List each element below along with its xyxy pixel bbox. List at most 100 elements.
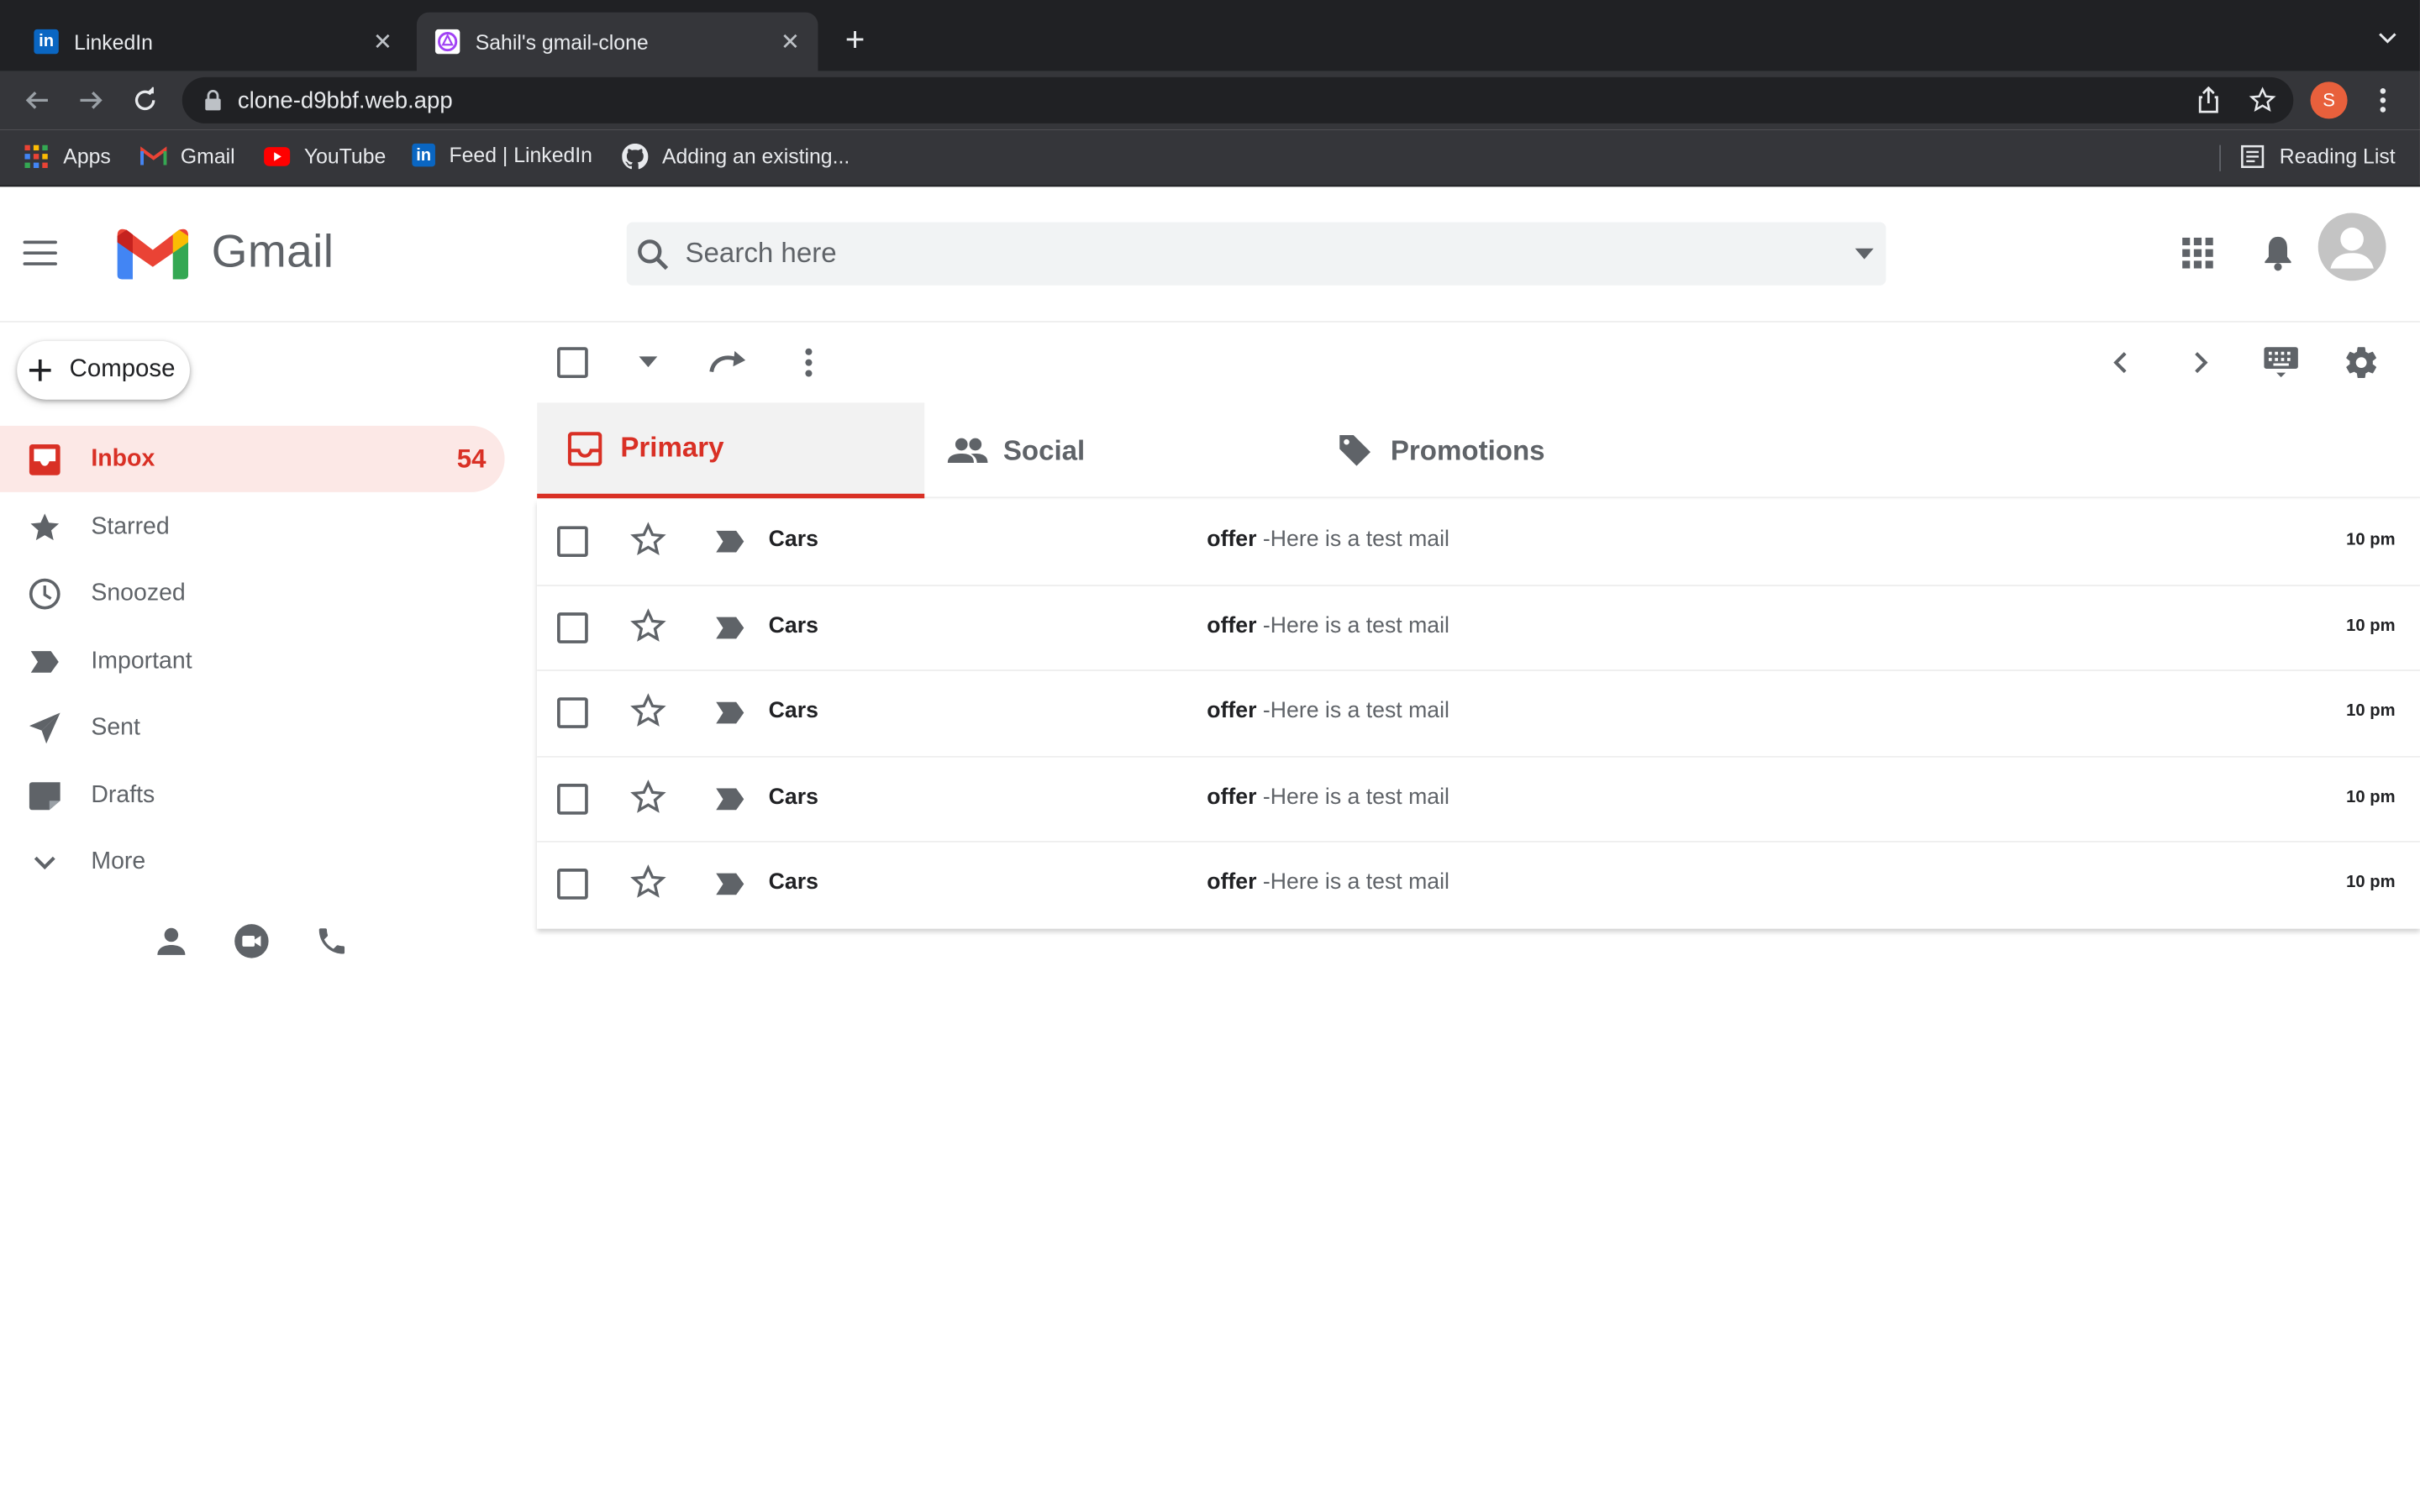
unread-count: 54 [456, 444, 487, 473]
search-input[interactable] [685, 237, 1828, 270]
people-icon [947, 430, 988, 470]
menu-icon[interactable] [23, 240, 57, 269]
tab-primary[interactable]: Primary [537, 402, 925, 499]
email-time: 10 pm [2346, 530, 2396, 549]
email-subject: offer [1207, 699, 1257, 724]
row-checkbox[interactable] [557, 697, 588, 729]
chevron-right-icon[interactable] [2181, 343, 2221, 383]
back-arrow-icon[interactable] [22, 85, 53, 116]
label-important-icon[interactable] [712, 609, 749, 646]
select-all-checkbox[interactable] [553, 343, 593, 383]
email-row[interactable]: Cars offer -Here is a test mail 10 pm [537, 843, 2420, 929]
sidebar-item-snoozed[interactable]: Snoozed [0, 560, 505, 627]
apps-grid-icon[interactable] [2178, 233, 2218, 273]
compose-button[interactable]: Compose [17, 340, 190, 400]
star-icon[interactable] [629, 779, 666, 816]
send-icon [26, 709, 63, 746]
email-row[interactable]: Cars offer -Here is a test mail 10 pm [537, 671, 2420, 758]
email-snippet: -Here is a test mail [1262, 528, 1449, 553]
sidebar-item-label: Sent [91, 713, 140, 740]
row-checkbox[interactable] [557, 783, 588, 815]
email-snippet: -Here is a test mail [1262, 785, 1449, 810]
sidebar-item-starred[interactable]: Starred [0, 494, 505, 560]
youtube-icon [264, 144, 291, 170]
chevron-left-icon[interactable] [2101, 343, 2141, 383]
close-icon[interactable]: ✕ [778, 29, 802, 55]
browser-profile-avatar[interactable]: S [2310, 81, 2348, 119]
bookmark-label: Adding an existing... [661, 144, 850, 169]
tab-social[interactable]: Social [947, 402, 1318, 498]
star-icon [26, 508, 63, 545]
keyboard-icon[interactable] [2261, 343, 2302, 383]
row-checkbox[interactable] [557, 612, 588, 643]
star-icon[interactable] [629, 693, 666, 730]
bookmark-label: Feed | LinkedIn [449, 143, 592, 167]
bookmark-linkedin-feed[interactable]: in Feed | LinkedIn [412, 143, 592, 167]
row-checkbox[interactable] [557, 869, 588, 900]
refresh-icon[interactable] [708, 343, 749, 383]
chevron-down-icon[interactable] [2377, 28, 2399, 50]
tab-promotions[interactable]: Promotions [1335, 402, 1737, 498]
email-row[interactable]: Cars offer -Here is a test mail 10 pm [537, 500, 2420, 586]
person-icon[interactable] [151, 921, 192, 962]
sidebar-item-important[interactable]: Important [0, 628, 505, 695]
new-tab-button[interactable]: + [839, 23, 871, 56]
tab-label: Primary [620, 432, 724, 464]
bookmark-apps[interactable]: Apps [24, 144, 111, 170]
sidebar-item-label: Snoozed [91, 579, 186, 606]
tab-label: Promotions [1390, 434, 1545, 465]
email-sender: Cars [768, 528, 818, 553]
linkedin-icon: in [412, 143, 435, 167]
browser-tab-strip: in LinkedIn ✕ Sahil's gmail-clone ✕ + [0, 0, 2420, 71]
email-snippet: -Here is a test mail [1262, 613, 1449, 638]
email-snippet: -Here is a test mail [1262, 870, 1449, 895]
search-options-dropdown-icon[interactable] [1854, 248, 1874, 260]
address-bar[interactable]: clone-d9bbf.web.app [182, 76, 2294, 123]
more-options-icon[interactable] [789, 343, 829, 383]
bookmark-github[interactable]: Adding an existing... [622, 143, 850, 170]
bell-icon[interactable] [2258, 233, 2298, 273]
mail-list-panel: Primary Social Promotions Cars offer -He… [537, 323, 2420, 940]
sidebar-item-inbox[interactable]: Inbox 54 [0, 425, 505, 492]
account-avatar[interactable] [2317, 213, 2386, 281]
close-icon[interactable]: ✕ [371, 29, 395, 55]
bookmark-star-icon[interactable] [2245, 83, 2279, 117]
star-icon[interactable] [629, 522, 666, 559]
search-icon[interactable] [633, 234, 673, 274]
sidebar-item-more[interactable]: More [0, 828, 505, 895]
sidebar-item-sent[interactable]: Sent [0, 695, 505, 761]
star-icon[interactable] [629, 864, 666, 901]
sidebar-item-drafts[interactable]: Drafts [0, 762, 505, 828]
share-icon[interactable] [2191, 83, 2225, 117]
bookmark-gmail[interactable]: Gmail [140, 144, 235, 170]
video-call-icon[interactable] [232, 921, 272, 962]
sidebar-item-label: Starred [91, 512, 170, 539]
gear-icon[interactable] [2341, 343, 2381, 383]
forward-arrow-icon[interactable] [76, 85, 107, 116]
sidebar: Compose Inbox 54 Starred Snoozed Importa… [0, 323, 524, 1512]
email-subject: offer [1207, 870, 1257, 895]
email-preview: offer -Here is a test mail [1207, 699, 1449, 723]
reload-icon[interactable] [129, 85, 160, 116]
email-sender: Cars [768, 785, 818, 810]
browser-tab-gmail-clone[interactable]: Sahil's gmail-clone ✕ [416, 12, 818, 71]
email-row[interactable]: Cars offer -Here is a test mail 10 pm [537, 757, 2420, 843]
email-snippet: -Here is a test mail [1262, 699, 1449, 724]
label-important-icon[interactable] [712, 523, 749, 560]
label-important-icon[interactable] [712, 695, 749, 732]
star-icon[interactable] [629, 607, 666, 644]
kebab-menu-icon[interactable] [2366, 83, 2400, 117]
browser-tab-linkedin[interactable]: in LinkedIn ✕ [0, 13, 411, 71]
clock-icon [26, 575, 63, 612]
sidebar-item-label: More [91, 848, 146, 874]
email-row[interactable]: Cars offer -Here is a test mail 10 pm [537, 585, 2420, 672]
label-important-icon[interactable] [712, 866, 749, 903]
row-checkbox[interactable] [557, 526, 588, 558]
bookmark-label: Gmail [180, 144, 235, 169]
select-dropdown-icon[interactable] [629, 343, 669, 383]
bookmark-youtube[interactable]: YouTube [264, 144, 386, 170]
label-important-icon[interactable] [712, 780, 749, 817]
search-bar[interactable] [626, 222, 1886, 286]
reading-list-button[interactable]: Reading List [2239, 144, 2396, 170]
phone-icon[interactable] [312, 921, 352, 962]
